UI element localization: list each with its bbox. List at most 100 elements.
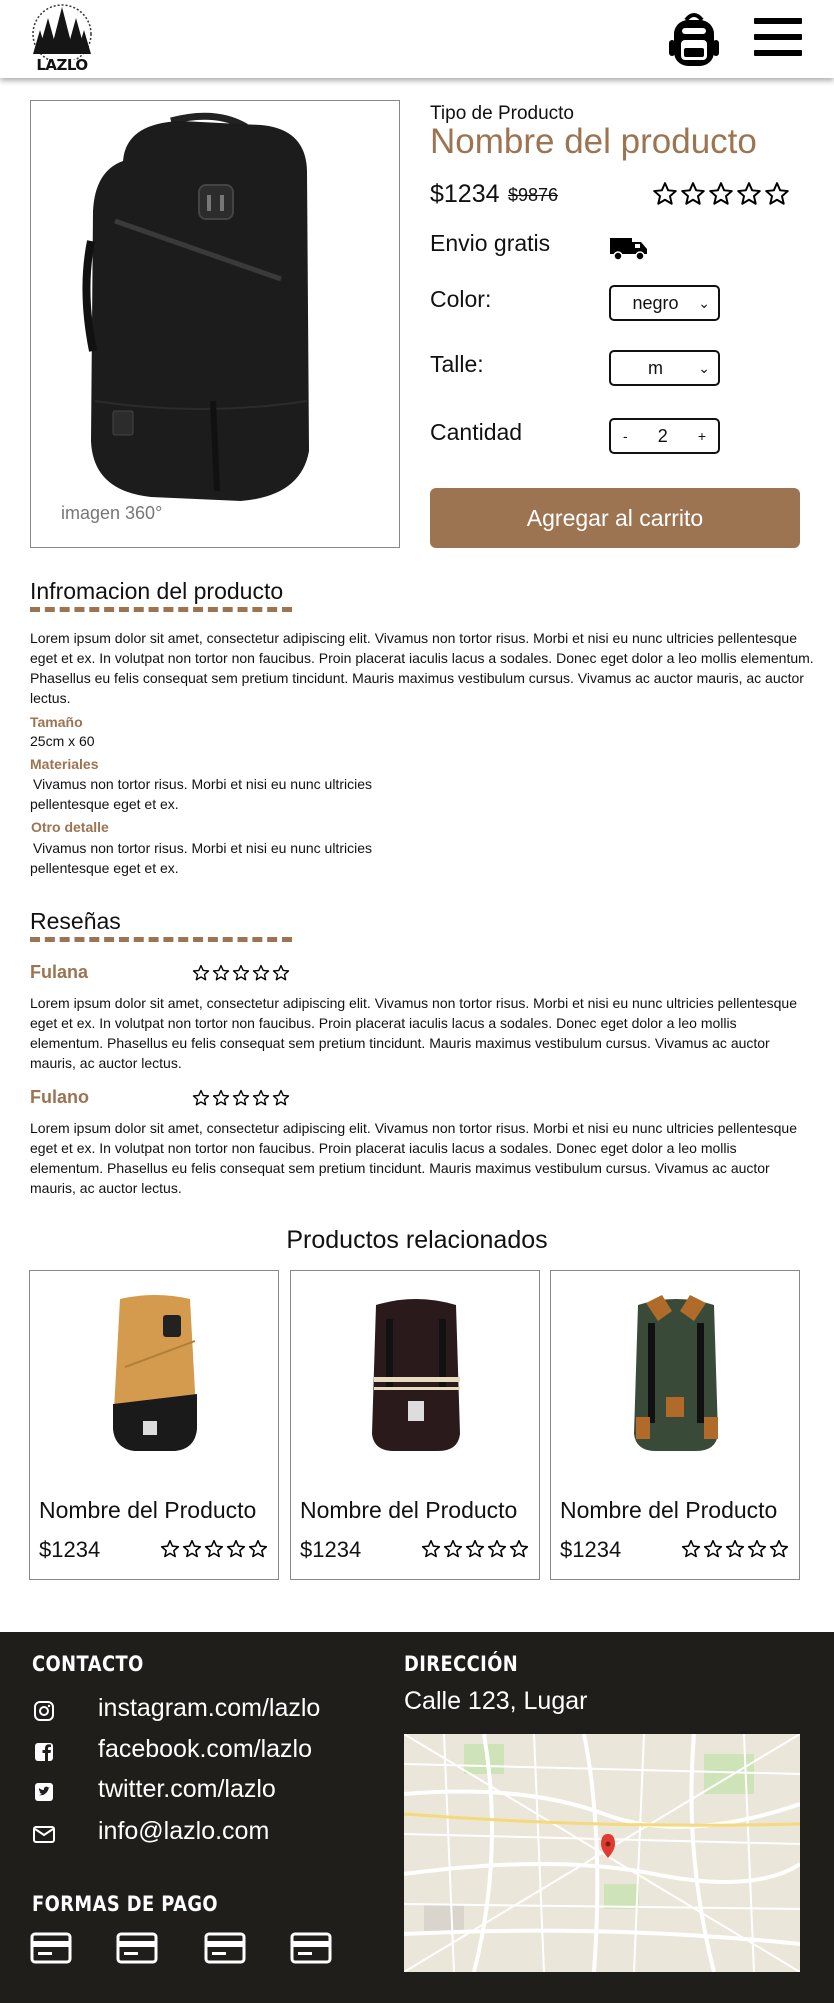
info-section-title: Infromacion del producto xyxy=(30,578,284,604)
chevron-down-icon: ⌄ xyxy=(698,295,710,311)
quantity-value[interactable]: 2 xyxy=(658,426,668,447)
instagram-link[interactable]: instagram.com/lazlo xyxy=(98,1694,320,1723)
email-link[interactable]: info@lazlo.com xyxy=(98,1817,269,1846)
product-thumbnail xyxy=(634,1295,718,1451)
star-icon xyxy=(204,1539,224,1558)
star-icon xyxy=(747,1539,767,1558)
image-360-caption: imagen 360° xyxy=(61,503,163,523)
credit-card-icon xyxy=(204,1932,246,1964)
product-rating[interactable] xyxy=(652,181,790,207)
add-to-cart-button[interactable]: Agregar al carrito xyxy=(430,488,800,548)
star-icon xyxy=(725,1539,745,1558)
street-map xyxy=(404,1734,800,1972)
info-description: Lorem ipsum dolor sit amet, consectetur … xyxy=(30,630,814,706)
related-product-card[interactable]: Nombre del Producto $1234 xyxy=(29,1270,279,1580)
related-product-name: Nombre del Producto xyxy=(560,1497,778,1523)
twitter-icon[interactable] xyxy=(32,1780,56,1804)
related-product-card[interactable]: Nombre del Producto $1234 xyxy=(550,1270,800,1580)
star-icon xyxy=(703,1539,723,1558)
related-product-rating xyxy=(681,1539,789,1559)
review-author: Fulana xyxy=(30,962,89,982)
truck-icon xyxy=(610,236,648,262)
menu-line xyxy=(754,18,802,24)
star-icon xyxy=(160,1539,180,1558)
materials-value: Vivamus non tortor risus. Morbi et nisi … xyxy=(30,776,372,812)
location-map[interactable] xyxy=(404,1734,800,1972)
related-product-price: $1234 xyxy=(300,1537,362,1562)
star-icon xyxy=(509,1539,529,1558)
hamburger-menu-icon[interactable] xyxy=(754,18,802,60)
size-detail-value: 25cm x 60 xyxy=(30,733,95,749)
related-product-rating xyxy=(160,1539,268,1559)
star-icon xyxy=(182,1539,202,1558)
star-icon xyxy=(769,1539,789,1558)
product-name: Nombre del producto xyxy=(430,122,757,161)
twitter-link[interactable]: twitter.com/lazlo xyxy=(98,1775,276,1804)
star-icon xyxy=(192,964,210,981)
related-product-rating xyxy=(421,1539,529,1559)
menu-line xyxy=(754,34,802,40)
quantity-stepper: - 2 + xyxy=(609,418,720,454)
menu-line xyxy=(754,50,802,56)
related-product-price: $1234 xyxy=(560,1537,622,1562)
facebook-link[interactable]: facebook.com/lazlo xyxy=(98,1735,312,1764)
backpack-image xyxy=(82,112,309,501)
section-divider xyxy=(30,607,292,612)
credit-card-icon xyxy=(30,1932,72,1964)
logo-text: LAZLO xyxy=(36,56,88,74)
star-icon xyxy=(272,964,290,981)
related-product-name: Nombre del Producto xyxy=(300,1497,518,1523)
star-icon xyxy=(232,964,250,981)
star-icon xyxy=(465,1539,485,1558)
shipping-label: Envio gratis xyxy=(430,230,551,256)
star-icon xyxy=(443,1539,463,1558)
contact-title: CONTACTO xyxy=(32,1652,144,1676)
product-image-360[interactable]: imagen 360° xyxy=(30,100,400,548)
payment-methods-title: FORMAS DE PAGO xyxy=(32,1892,219,1916)
backpack-icon xyxy=(669,13,719,66)
lazlo-logo[interactable]: LAZLO xyxy=(28,4,96,74)
review-rating xyxy=(192,964,290,982)
size-label: Talle: xyxy=(430,351,484,377)
size-detail-label: Tamaño xyxy=(30,714,83,730)
quantity-label: Cantidad xyxy=(430,419,523,445)
other-detail-label: Otro detalle xyxy=(31,819,109,835)
facebook-icon[interactable] xyxy=(32,1740,56,1764)
email-icon[interactable] xyxy=(32,1822,56,1846)
star-icon xyxy=(653,182,677,205)
product-thumbnail xyxy=(372,1299,460,1451)
review-text: Lorem ipsum dolor sit amet, consectetur … xyxy=(30,995,797,1071)
size-select[interactable]: m ⌄ xyxy=(609,350,720,386)
product-old-price: $9876 xyxy=(508,185,559,205)
reviews-section-title: Reseñas xyxy=(30,908,121,934)
star-icon xyxy=(487,1539,507,1558)
star-icon xyxy=(252,1089,270,1106)
size-select-value: m xyxy=(648,357,663,378)
star-icon xyxy=(212,1089,230,1106)
star-icon xyxy=(765,182,789,205)
quantity-decrement-button[interactable]: - xyxy=(623,428,628,444)
star-icon xyxy=(248,1539,268,1558)
color-select-value: negro xyxy=(632,292,679,313)
star-icon xyxy=(681,182,705,205)
star-icon xyxy=(272,1089,290,1106)
other-detail-value: Vivamus non tortor risus. Morbi et nisi … xyxy=(30,840,372,876)
star-icon xyxy=(226,1539,246,1558)
star-icon xyxy=(681,1539,701,1558)
color-label: Color: xyxy=(430,286,492,312)
materials-label: Materiales xyxy=(30,756,99,772)
color-select[interactable]: negro ⌄ xyxy=(609,285,720,321)
site-footer: CONTACTO instagram.com/lazlo facebook.co… xyxy=(0,1632,834,2003)
review-rating xyxy=(192,1089,290,1107)
address-title: DIRECCIÓN xyxy=(404,1652,519,1676)
instagram-icon[interactable] xyxy=(32,1699,56,1723)
star-icon xyxy=(709,182,733,205)
star-icon xyxy=(737,182,761,205)
cart-button[interactable] xyxy=(666,10,722,68)
quantity-increment-button[interactable]: + xyxy=(698,428,706,444)
related-products-title: Productos relacionados xyxy=(286,1226,548,1254)
product-price: $1234 xyxy=(430,180,500,208)
credit-card-icon xyxy=(116,1932,158,1964)
related-product-card[interactable]: Nombre del Producto $1234 xyxy=(290,1270,540,1580)
related-product-name: Nombre del Producto xyxy=(39,1497,257,1523)
